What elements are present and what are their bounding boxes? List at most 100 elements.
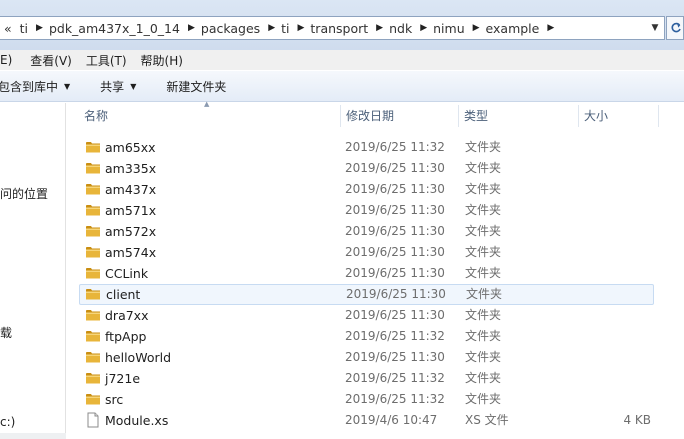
file-list: 名称 ▲ 修改日期 类型 大小 am65xx 2019/6/25 11:32 文件夹… [67,100,684,439]
file-modified-date: 2019/6/25 11:30 [345,350,445,364]
file-type: XS 文件 [465,413,509,427]
file-row[interactable]: am335x 2019/6/25 11:30 文件夹 [79,158,654,179]
folder-icon [85,245,101,259]
breadcrumb-separator-icon[interactable]: ▶ [34,23,45,33]
breadcrumb-separator-icon[interactable]: ▶ [418,23,429,33]
address-bar[interactable]: « ti ▶ pdk_am437x_1_0_14 ▶ packages ▶ ti… [0,16,665,40]
file-modified-date: 2019/6/25 11:30 [345,266,445,280]
file-modified-date: 2019/6/25 11:32 [345,329,445,343]
file-row[interactable]: am574x 2019/6/25 11:30 文件夹 [79,242,654,263]
breadcrumb-separator-icon[interactable]: ▶ [374,23,385,33]
file-name: am65xx [105,140,156,155]
file-type: 文件夹 [465,224,502,238]
file-icon [85,412,101,428]
menu-edit[interactable]: E) [0,53,16,67]
file-type: 文件夹 [465,182,502,196]
new-folder-button[interactable]: 新建文件夹 [166,78,238,95]
breadcrumb-nimu[interactable]: nimu [429,21,471,36]
file-type: 文件夹 [465,350,502,364]
file-name: src [105,392,124,407]
file-row[interactable]: j721e 2019/6/25 11:32 文件夹 [79,368,654,389]
file-row[interactable]: client 2019/6/25 11:30 文件夹 [79,284,654,305]
file-type: 文件夹 [465,203,502,217]
folder-icon [85,287,101,301]
file-type: 文件夹 [465,161,502,175]
breadcrumb-separator-icon[interactable]: ▶ [545,23,556,33]
file-type: 文件夹 [465,245,502,259]
folder-icon [85,350,101,364]
file-modified-date: 2019/6/25 11:30 [345,308,445,322]
overflow-crumb-button[interactable]: « [0,21,16,36]
file-modified-date: 2019/6/25 11:32 [345,371,445,385]
column-header-date[interactable]: 修改日期 [340,103,458,129]
column-header-type[interactable]: 类型 [458,103,578,129]
file-name: am574x [105,245,157,260]
file-modified-date: 2019/4/6 10:47 [345,413,438,427]
file-row[interactable]: src 2019/6/25 11:32 文件夹 [79,389,654,410]
file-row[interactable]: am572x 2019/6/25 11:30 文件夹 [79,221,654,242]
file-type: 文件夹 [466,287,503,301]
file-name: client [106,287,141,302]
breadcrumb-pdk[interactable]: pdk_am437x_1_0_14 [45,21,186,36]
horizontal-scrollbar[interactable] [0,433,66,439]
navigation-pane[interactable]: 问的位置 载 c:) [0,103,66,439]
breadcrumb-separator-icon[interactable]: ▶ [295,23,306,33]
menu-tools[interactable]: 工具(T) [86,52,131,69]
file-modified-date: 2019/6/25 11:30 [345,224,445,238]
file-modified-date: 2019/6/25 11:32 [345,140,445,154]
file-type: 文件夹 [465,140,502,154]
breadcrumb-separator-icon[interactable]: ▶ [266,23,277,33]
file-name: am572x [105,224,157,239]
menu-view[interactable]: 查看(V) [30,52,76,69]
file-row[interactable]: CCLink 2019/6/25 11:30 文件夹 [79,263,654,284]
file-row[interactable]: ftpApp 2019/6/25 11:32 文件夹 [79,326,654,347]
folder-icon [85,329,101,343]
column-header-size[interactable]: 大小 [578,103,658,129]
breadcrumb-ndk[interactable]: ndk [385,21,418,36]
file-name: j721e [105,371,141,386]
breadcrumb-ti[interactable]: ti [16,21,34,36]
share-button[interactable]: 共享 ▼ [100,78,148,95]
breadcrumb-transport[interactable]: transport [306,21,374,36]
breadcrumb-separator-icon[interactable]: ▶ [186,23,197,33]
file-size: 4 KB [623,413,651,427]
file-row[interactable]: am437x 2019/6/25 11:30 文件夹 [79,179,654,200]
file-modified-date: 2019/6/25 11:30 [346,287,446,301]
breadcrumb-example[interactable]: example [482,21,546,36]
file-name: dra7xx [105,308,149,323]
address-bar-area: « ti ▶ pdk_am437x_1_0_14 ▶ packages ▶ ti… [0,0,684,50]
refresh-icon [671,22,681,33]
file-name: helloWorld [105,350,172,365]
file-row[interactable]: helloWorld 2019/6/25 11:30 文件夹 [79,347,654,368]
folder-icon [85,203,101,217]
file-modified-date: 2019/6/25 11:30 [345,161,445,175]
file-row[interactable]: am65xx 2019/6/25 11:32 文件夹 [79,137,654,158]
include-in-library-button[interactable]: 包含到库中 ▼ [0,78,82,95]
file-type: 文件夹 [465,308,502,322]
refresh-button[interactable] [666,16,684,40]
share-label: 共享 [100,79,125,94]
file-name: CCLink [105,266,149,281]
nav-item-recent-places[interactable]: 问的位置 [0,185,48,202]
breadcrumb-separator-icon[interactable]: ▶ [471,23,482,33]
nav-item-downloads[interactable]: 载 [0,324,12,341]
column-divider[interactable] [658,105,659,127]
include-in-library-label: 包含到库中 [0,79,59,94]
folder-icon [85,182,101,196]
file-type: 文件夹 [465,329,502,343]
menu-help[interactable]: 帮助(H) [141,52,187,69]
folder-icon [85,224,101,238]
menu-bar: E) 查看(V) 工具(T) 帮助(H) [0,50,684,70]
file-row[interactable]: dra7xx 2019/6/25 11:30 文件夹 [79,305,654,326]
file-modified-date: 2019/6/25 11:32 [345,392,445,406]
file-row[interactable]: am571x 2019/6/25 11:30 文件夹 [79,200,654,221]
address-history-dropdown-icon[interactable]: ▼ [646,17,664,39]
chevron-down-icon: ▼ [130,81,137,91]
nav-item-drive-c[interactable]: c:) [0,415,15,429]
breadcrumb-packages[interactable]: packages [197,21,266,36]
folder-icon [85,392,101,406]
file-name: ftpApp [105,329,147,344]
breadcrumb-ti-2[interactable]: ti [277,21,295,36]
chevron-down-icon: ▼ [64,81,71,91]
file-row[interactable]: Module.xs 2019/4/6 10:47 XS 文件 4 KB [79,410,654,431]
